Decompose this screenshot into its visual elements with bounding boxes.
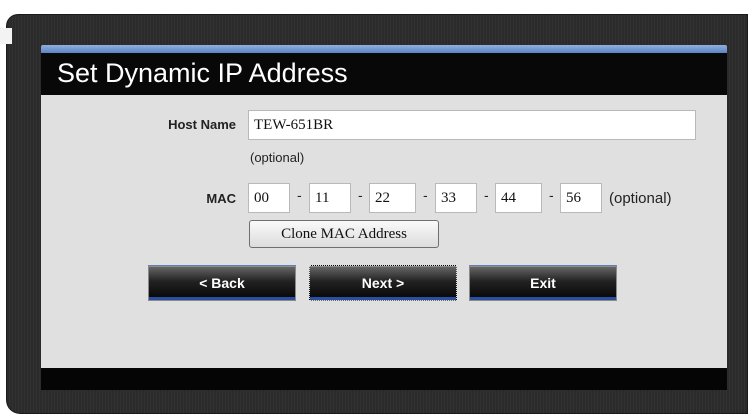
clone-mac-address-button[interactable]: Clone MAC Address bbox=[249, 220, 439, 248]
back-button[interactable]: < Back bbox=[148, 265, 296, 301]
mac-octet-3-input[interactable] bbox=[369, 183, 416, 213]
page-title: Set Dynamic IP Address bbox=[57, 58, 348, 88]
mac-separator: - bbox=[358, 187, 363, 203]
mac-label: MAC bbox=[206, 191, 236, 206]
host-name-hint: (optional) bbox=[250, 150, 305, 165]
form-panel: Host Name (optional) MAC - - - - - (opti… bbox=[41, 95, 727, 368]
mac-separator: - bbox=[484, 187, 489, 203]
mac-separator: - bbox=[423, 187, 428, 203]
next-button[interactable]: Next > bbox=[309, 265, 457, 301]
mac-hint: (optional) bbox=[609, 190, 672, 207]
frame-edge bbox=[0, 28, 12, 44]
mac-octet-2-input[interactable] bbox=[309, 183, 351, 213]
mac-octet-1-input[interactable] bbox=[248, 183, 290, 213]
host-name-input[interactable] bbox=[248, 110, 696, 140]
host-name-label: Host Name bbox=[168, 117, 236, 132]
mac-octet-4-input[interactable] bbox=[435, 183, 477, 213]
exit-button[interactable]: Exit bbox=[469, 265, 617, 301]
footer-bar bbox=[41, 368, 727, 390]
mac-octet-6-input[interactable] bbox=[560, 183, 602, 213]
title-bar: Set Dynamic IP Address bbox=[41, 53, 727, 95]
header-accent-bar bbox=[41, 45, 727, 53]
mac-separator: - bbox=[297, 187, 302, 203]
mac-octet-5-input[interactable] bbox=[495, 183, 542, 213]
mac-separator: - bbox=[549, 187, 554, 203]
